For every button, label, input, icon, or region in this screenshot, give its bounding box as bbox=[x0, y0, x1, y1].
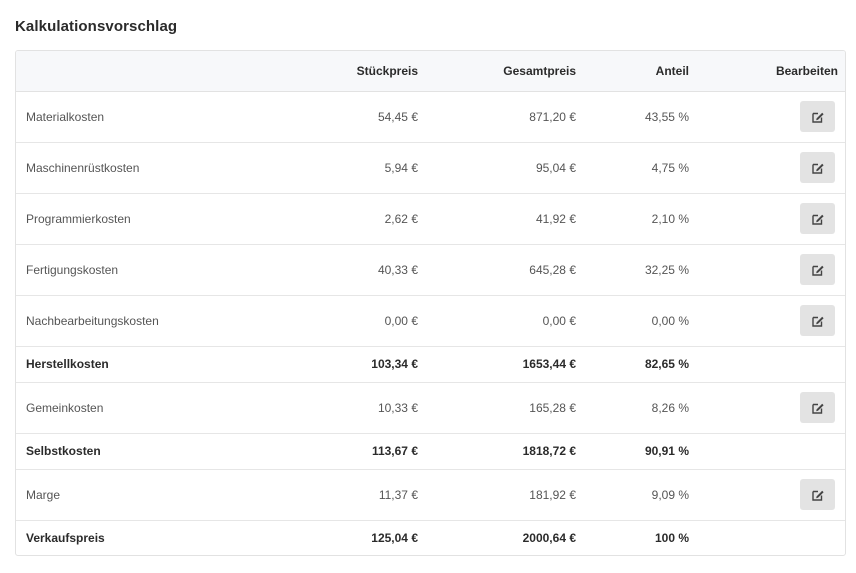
row-name: Programmierkosten bbox=[16, 193, 282, 245]
row-unit-price: 2,62 € bbox=[282, 193, 427, 245]
row-share: 32,25 % bbox=[589, 244, 702, 296]
row-total-price: 95,04 € bbox=[427, 142, 589, 194]
row-edit-cell bbox=[702, 469, 845, 521]
table-body: Materialkosten 54,45 €871,20 €43,55 % Masc… bbox=[16, 91, 845, 555]
row-unit-price: 125,04 € bbox=[371, 531, 418, 546]
edit-icon bbox=[811, 314, 825, 328]
calculation-table: Stückpreis Gesamtpreis Anteil Bearbeiten… bbox=[15, 50, 846, 556]
edit-icon bbox=[811, 401, 825, 415]
row-name: Selbstkosten bbox=[16, 433, 282, 470]
table-header-row: Stückpreis Gesamtpreis Anteil Bearbeiten bbox=[16, 51, 845, 92]
row-share: 82,65 % bbox=[589, 346, 702, 383]
table-row: Materialkosten 54,45 €871,20 €43,55 % bbox=[16, 91, 845, 143]
edit-button[interactable] bbox=[800, 203, 835, 234]
edit-button[interactable] bbox=[800, 101, 835, 132]
edit-button[interactable] bbox=[800, 479, 835, 510]
row-name: Nachbearbeitungskosten bbox=[16, 295, 282, 347]
table-total-row: Herstellkosten 103,34 €1653,44 €82,65 % bbox=[16, 346, 845, 383]
edit-icon bbox=[811, 212, 825, 226]
row-share: 9,09 % bbox=[589, 469, 702, 521]
table-row: Marge 11,37 €181,92 €9,09 % bbox=[16, 469, 845, 521]
row-total-price: 165,28 € bbox=[427, 382, 589, 434]
header-name bbox=[16, 51, 282, 92]
table-row: Nachbearbeitungskosten 0,00 €0,00 €0,00 % bbox=[16, 295, 845, 347]
edit-icon bbox=[811, 488, 825, 502]
row-edit-cell bbox=[702, 142, 845, 194]
row-unit-price: 113,67 € bbox=[282, 433, 427, 470]
row-edit-cell bbox=[702, 295, 845, 347]
row-total-price: 1653,44 € bbox=[427, 346, 589, 383]
edit-button[interactable] bbox=[800, 254, 835, 285]
row-unit-price: 0,00 € bbox=[282, 295, 427, 347]
row-name: Gemeinkosten bbox=[16, 382, 282, 434]
edit-icon bbox=[811, 110, 825, 124]
row-share: 0,00 % bbox=[589, 295, 702, 347]
row-unit-price: 40,33 € bbox=[282, 244, 427, 296]
row-edit-cell bbox=[702, 193, 845, 245]
row-share: 4,75 % bbox=[589, 142, 702, 194]
table-total-row: Verkaufspreis 125,04 € 2000,64 € 100 % bbox=[16, 520, 845, 555]
row-total-price: 645,28 € bbox=[427, 244, 589, 296]
row-share: 8,26 % bbox=[589, 382, 702, 434]
row-edit-cell bbox=[702, 382, 845, 434]
edit-icon bbox=[811, 161, 825, 175]
table-total-row: Selbstkosten 113,67 €1818,72 €90,91 % bbox=[16, 433, 845, 470]
header-edit: Bearbeiten bbox=[702, 51, 845, 92]
row-unit-price: 54,45 € bbox=[282, 91, 427, 143]
table-row: Fertigungskosten 40,33 €645,28 €32,25 % bbox=[16, 244, 845, 296]
row-name: Verkaufspreis bbox=[26, 531, 105, 546]
row-name: Marge bbox=[16, 469, 282, 521]
row-name: Maschinenrüstkosten bbox=[16, 142, 282, 194]
header-share: Anteil bbox=[589, 51, 702, 92]
row-edit-cell bbox=[702, 433, 845, 470]
row-edit-cell bbox=[702, 520, 845, 555]
row-unit-price: 11,37 € bbox=[282, 469, 427, 521]
table-row: Programmierkosten 2,62 €41,92 €2,10 % bbox=[16, 193, 845, 245]
row-total-price: 181,92 € bbox=[427, 469, 589, 521]
row-unit-price: 103,34 € bbox=[282, 346, 427, 383]
edit-button[interactable] bbox=[800, 152, 835, 183]
row-name: Materialkosten bbox=[16, 91, 282, 143]
table-row: Maschinenrüstkosten 5,94 €95,04 €4,75 % bbox=[16, 142, 845, 194]
table-row: Gemeinkosten 10,33 €165,28 €8,26 % bbox=[16, 382, 845, 434]
row-name: Herstellkosten bbox=[16, 346, 282, 383]
row-name: Fertigungskosten bbox=[16, 244, 282, 296]
row-edit-cell bbox=[702, 91, 845, 143]
row-share: 43,55 % bbox=[589, 91, 702, 143]
header-total-price: Gesamtpreis bbox=[427, 51, 589, 92]
row-edit-cell bbox=[702, 244, 845, 296]
row-edit-cell bbox=[702, 346, 845, 383]
row-total-price: 41,92 € bbox=[427, 193, 589, 245]
edit-button[interactable] bbox=[800, 305, 835, 336]
edit-icon bbox=[811, 263, 825, 277]
row-share: 2,10 % bbox=[589, 193, 702, 245]
row-total-price: 0,00 € bbox=[427, 295, 589, 347]
row-unit-price: 10,33 € bbox=[282, 382, 427, 434]
row-total-price: 2000,64 € bbox=[522, 531, 576, 546]
row-share: 90,91 % bbox=[589, 433, 702, 470]
row-total-price: 1818,72 € bbox=[427, 433, 589, 470]
page-title: Kalkulationsvorschlag bbox=[15, 18, 178, 35]
row-share: 100 % bbox=[654, 531, 689, 546]
row-total-price: 871,20 € bbox=[427, 91, 589, 143]
header-unit-price: Stückpreis bbox=[282, 51, 427, 92]
row-unit-price: 5,94 € bbox=[282, 142, 427, 194]
edit-button[interactable] bbox=[800, 392, 835, 423]
